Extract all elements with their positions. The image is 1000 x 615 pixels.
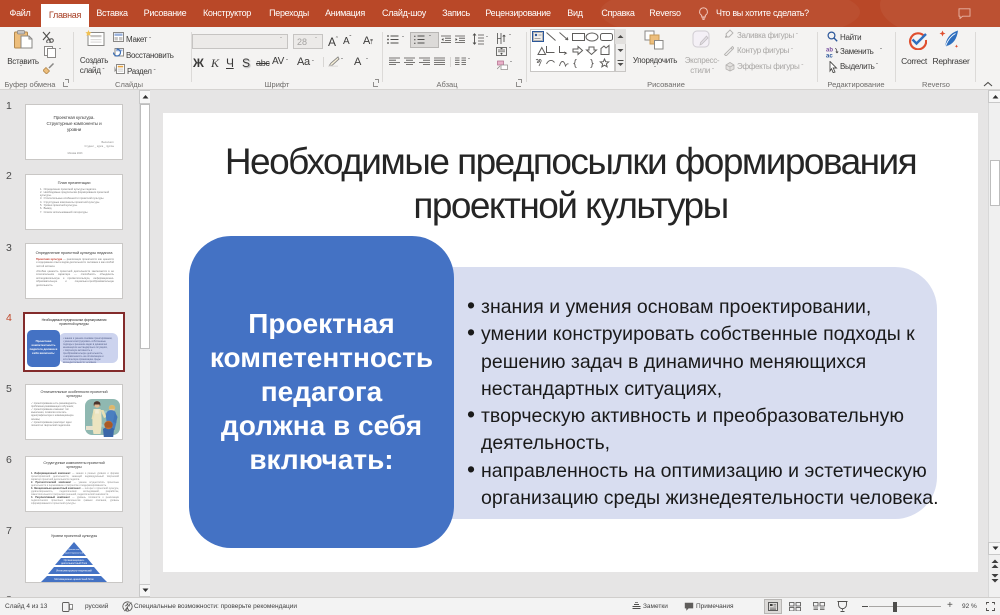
svg-text:Мотивационно-ценностный блок: Мотивационно-ценностный блок bbox=[54, 577, 94, 581]
svg-text:ac: ac bbox=[826, 54, 833, 59]
svg-text:ориентировочный: ориентировочный bbox=[65, 551, 84, 554]
svg-text:деятельностный блок: деятельностный блок bbox=[61, 561, 88, 565]
svg-text:Ценностно-: Ценностно- bbox=[68, 549, 80, 551]
svg-text:Интеллектуально-творческий: Интеллектуально-творческий bbox=[56, 568, 92, 572]
